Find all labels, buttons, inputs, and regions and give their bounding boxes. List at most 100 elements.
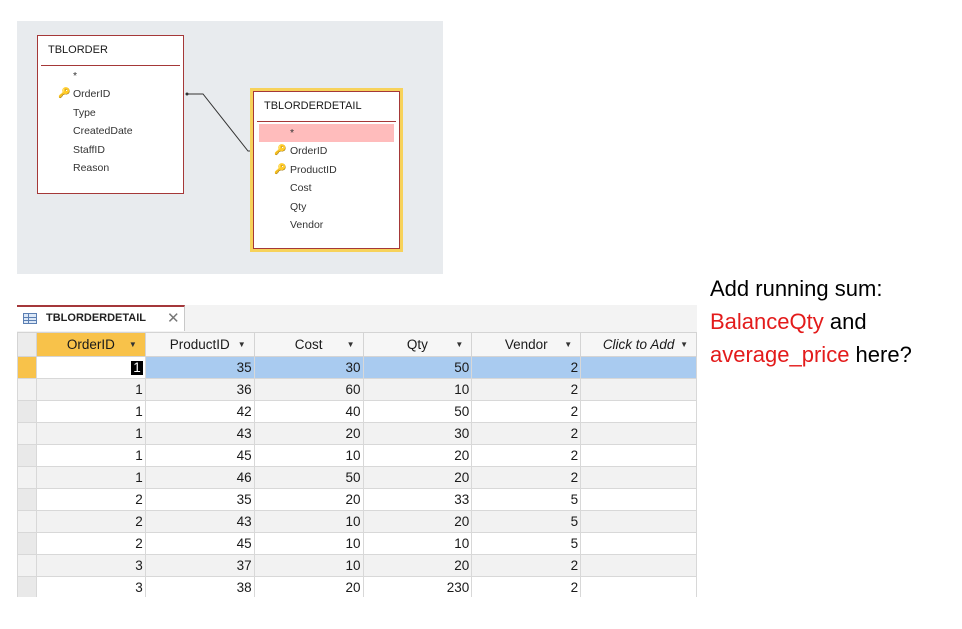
table-cell[interactable]: 1 [35, 422, 146, 445]
table-cell[interactable]: 42 [144, 400, 255, 423]
table-cell[interactable]: 33 [362, 488, 473, 511]
table-cell[interactable]: 10 [253, 554, 364, 577]
table-cell[interactable]: 20 [362, 466, 473, 489]
record-selector[interactable] [17, 532, 37, 555]
table-cell[interactable]: 2 [35, 488, 146, 511]
table-row[interactable]: 1 45 10 20 2 [17, 444, 697, 467]
table-cell[interactable]: 1 [35, 400, 146, 423]
table-cell[interactable]: 2 [471, 444, 582, 467]
field-cost[interactable]: Cost [254, 179, 399, 197]
table-cell[interactable]: 2 [471, 554, 582, 577]
table-cell[interactable]: 30 [362, 422, 473, 445]
record-selector[interactable] [17, 488, 37, 511]
table-cell[interactable]: 10 [253, 444, 364, 467]
table-row[interactable]: 1 46 50 20 2 [17, 466, 697, 489]
table-cell[interactable]: 20 [253, 488, 364, 511]
table-cell[interactable]: 50 [362, 400, 473, 423]
table-row[interactable]: 1 36 60 10 2 [17, 378, 697, 401]
table-cell[interactable] [580, 576, 697, 597]
table-cell[interactable]: 20 [362, 510, 473, 533]
table-cell[interactable]: 45 [144, 444, 255, 467]
table-row[interactable]: 3 38 20 230 2 [17, 576, 697, 597]
table-cell[interactable]: 10 [253, 510, 364, 533]
table-cell[interactable]: 37 [144, 554, 255, 577]
table-cell[interactable]: 10 [362, 378, 473, 401]
select-all-corner[interactable] [17, 332, 37, 357]
table-cell[interactable] [580, 510, 697, 533]
table-cell[interactable]: 45 [144, 532, 255, 555]
table-cell[interactable]: 1 [35, 378, 146, 401]
table-cell[interactable] [580, 554, 697, 577]
chevron-down-icon[interactable]: ▼ [455, 340, 463, 349]
table-cell[interactable]: 36 [144, 378, 255, 401]
table-cell[interactable]: 20 [253, 576, 364, 597]
table-row[interactable]: 1 43 20 30 2 [17, 422, 697, 445]
table-cell[interactable]: 2 [471, 356, 582, 379]
chevron-down-icon[interactable]: ▼ [564, 340, 572, 349]
field-qty[interactable]: Qty [254, 198, 399, 216]
record-selector[interactable] [17, 554, 37, 577]
table-cell[interactable] [580, 466, 697, 489]
field-orderid[interactable]: 🔑 OrderID [254, 142, 399, 160]
chevron-down-icon[interactable]: ▼ [238, 340, 246, 349]
table-cell[interactable]: 10 [362, 532, 473, 555]
table-cell[interactable]: 40 [253, 400, 364, 423]
table-cell[interactable]: 1 [35, 466, 146, 489]
table-box-tblorderdetail[interactable]: TBLORDERDETAIL * 🔑 OrderID 🔑 ProductID Cost Qt… [250, 88, 403, 252]
column-header-orderid[interactable]: OrderID ▼ [35, 332, 146, 357]
table-cell[interactable]: 2 [471, 466, 582, 489]
table-cell[interactable]: 20 [362, 554, 473, 577]
table-cell[interactable] [580, 378, 697, 401]
field-all[interactable]: * [259, 124, 394, 142]
table-cell[interactable]: 5 [471, 488, 582, 511]
field-productid[interactable]: 🔑 ProductID [254, 161, 399, 179]
table-cell[interactable] [580, 422, 697, 445]
table-cell[interactable]: 10 [253, 532, 364, 555]
table-row[interactable]: 2 43 10 20 5 [17, 510, 697, 533]
record-selector[interactable] [17, 576, 37, 597]
table-cell[interactable]: 43 [144, 422, 255, 445]
record-selector[interactable] [17, 378, 37, 401]
table-cell[interactable]: 5 [471, 532, 582, 555]
record-selector[interactable] [17, 400, 37, 423]
column-header-click-to-add[interactable]: Click to Add ▼ [580, 332, 697, 357]
table-row[interactable]: 2 35 20 33 5 [17, 488, 697, 511]
table-cell[interactable]: 2 [35, 510, 146, 533]
table-cell[interactable]: 38 [144, 576, 255, 597]
table-cell[interactable] [580, 356, 697, 379]
table-cell[interactable]: 50 [253, 466, 364, 489]
table-cell[interactable]: 230 [362, 576, 473, 597]
table-cell[interactable]: 1 [35, 356, 146, 379]
table-cell[interactable]: 20 [253, 422, 364, 445]
table-row[interactable]: 1 42 40 50 2 [17, 400, 697, 423]
table-cell[interactable]: 35 [144, 356, 255, 379]
table-row[interactable]: 1 35 30 50 2 [17, 356, 697, 379]
chevron-down-icon[interactable]: ▼ [347, 340, 355, 349]
table-cell[interactable]: 3 [35, 576, 146, 597]
record-selector[interactable] [17, 466, 37, 489]
close-icon[interactable]: ✕ [167, 309, 180, 327]
record-selector[interactable] [17, 422, 37, 445]
record-selector[interactable] [17, 510, 37, 533]
table-cell[interactable]: 30 [253, 356, 364, 379]
table-cell[interactable]: 46 [144, 466, 255, 489]
table-cell[interactable] [580, 400, 697, 423]
table-cell[interactable]: 20 [362, 444, 473, 467]
column-header-productid[interactable]: ProductID ▼ [144, 332, 255, 357]
table-cell[interactable]: 43 [144, 510, 255, 533]
column-header-qty[interactable]: Qty ▼ [362, 332, 473, 357]
chevron-down-icon[interactable]: ▼ [680, 340, 688, 349]
record-selector[interactable] [17, 444, 37, 467]
table-cell[interactable] [580, 488, 697, 511]
table-row[interactable]: 2 45 10 10 5 [17, 532, 697, 555]
table-cell[interactable]: 60 [253, 378, 364, 401]
table-cell[interactable]: 50 [362, 356, 473, 379]
column-header-cost[interactable]: Cost ▼ [253, 332, 364, 357]
chevron-down-icon[interactable]: ▼ [129, 340, 137, 349]
table-cell[interactable]: 2 [471, 422, 582, 445]
table-cell[interactable]: 2 [471, 378, 582, 401]
table-cell[interactable]: 2 [471, 400, 582, 423]
table-cell[interactable]: 1 [35, 444, 146, 467]
table-cell[interactable]: 2 [35, 532, 146, 555]
table-cell[interactable]: 35 [144, 488, 255, 511]
